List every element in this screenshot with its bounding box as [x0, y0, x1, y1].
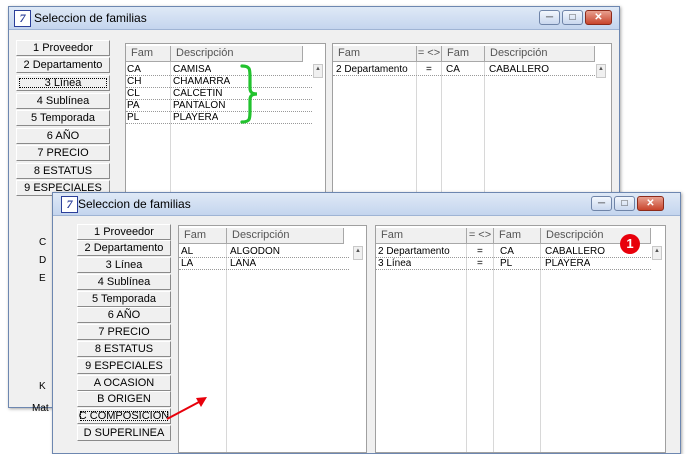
- table-row[interactable]: 3 Línea = PL PLAYERA: [376, 258, 651, 270]
- sidebar-item-linea[interactable]: 3 Línea: [16, 75, 110, 91]
- scroll-up-icon: ▲: [654, 248, 660, 254]
- sidebar-item-superlinea[interactable]: D SUPERLINEA: [77, 425, 171, 441]
- minimize-button[interactable]: ─: [591, 196, 612, 211]
- peek-letter: D: [39, 255, 47, 266]
- desc-header[interactable]: Descripción: [227, 228, 344, 244]
- filter-fam-header[interactable]: Fam: [376, 228, 467, 244]
- front-sidebar: 1 Proveedor 2 Departamento 3 Línea 4 Sub…: [73, 223, 175, 453]
- filter-code-header[interactable]: Fam: [442, 46, 485, 62]
- app-icon: 7: [14, 10, 31, 27]
- sidebar-item-especiales[interactable]: 9 ESPECIALES: [77, 358, 171, 374]
- step-badge: 1: [620, 234, 640, 254]
- sidebar-item-precio[interactable]: 7 PRECIO: [16, 145, 110, 161]
- maximize-button[interactable]: □: [614, 196, 635, 211]
- front-filter-list[interactable]: Fam = <> Fam Descripción 2 Departamento …: [375, 225, 666, 453]
- peek-letter: C: [39, 237, 47, 248]
- fam-header[interactable]: Fam: [179, 228, 227, 244]
- back-families-list[interactable]: Fam Descripción CA CAMISA CH CHAMARRA CL CA…: [125, 43, 326, 198]
- table-row[interactable]: CA CAMISA: [126, 64, 312, 76]
- minimize-icon: ─: [597, 198, 606, 209]
- brace-annotation: [240, 64, 258, 124]
- peek-bottom-label: Mat: [32, 403, 49, 414]
- scrollbar[interactable]: ▲: [353, 246, 363, 260]
- fam-header[interactable]: Fam: [126, 46, 171, 62]
- close-icon: ✕: [646, 198, 655, 209]
- scrollbar[interactable]: ▲: [652, 246, 662, 260]
- table-row[interactable]: LA LANA: [179, 258, 349, 270]
- scroll-up-icon: ▲: [355, 248, 361, 254]
- sidebar-item-departamento[interactable]: 2 Departamento: [77, 240, 171, 256]
- sidebar-item-proveedor[interactable]: 1 Proveedor: [16, 40, 110, 56]
- sidebar-item-linea[interactable]: 3 Línea: [77, 257, 171, 273]
- sidebar-item-estatus[interactable]: 8 ESTATUS: [77, 341, 171, 357]
- minimize-button[interactable]: ─: [539, 10, 560, 25]
- window-title: Seleccion de familias: [78, 197, 191, 211]
- table-row[interactable]: CH CHAMARRA: [126, 76, 312, 88]
- sidebar-item-composicion[interactable]: C COMPOSICION: [77, 408, 171, 424]
- sidebar-item-temporada[interactable]: 5 Temporada: [16, 110, 110, 126]
- close-button[interactable]: ✕: [585, 10, 612, 25]
- table-row[interactable]: PL PLAYERA: [126, 112, 312, 124]
- back-filter-list[interactable]: Fam = <> Fam Descripción 2 Departamento …: [332, 43, 612, 198]
- table-row[interactable]: PA PANTALON: [126, 100, 312, 112]
- scrollbar[interactable]: ▲: [596, 64, 606, 78]
- window-title: Seleccion de familias: [34, 11, 147, 25]
- app-icon: 7: [61, 196, 78, 213]
- sidebar-item-sublinea[interactable]: 4 Sublínea: [16, 93, 110, 109]
- front-window: 7 Seleccion de familias ─ □ ✕ 1 Proveedo…: [52, 192, 681, 454]
- sidebar-item-temporada[interactable]: 5 Temporada: [77, 291, 171, 307]
- scroll-up-icon: ▲: [315, 66, 321, 72]
- peek-letter: K: [39, 381, 46, 392]
- table-row[interactable]: 2 Departamento = CA CABALLERO: [333, 64, 595, 76]
- sidebar-item-ano[interactable]: 6 AÑO: [16, 128, 110, 144]
- table-row[interactable]: 2 Departamento = CA CABALLERO: [376, 246, 651, 258]
- filter-op-header[interactable]: = <>: [467, 228, 494, 244]
- sidebar-item-precio[interactable]: 7 PRECIO: [77, 324, 171, 340]
- sidebar-item-ocasion[interactable]: A OCASION: [77, 375, 171, 391]
- back-title-bar: 7 Seleccion de familias ─ □ ✕: [9, 7, 619, 30]
- filter-fam-header[interactable]: Fam: [333, 46, 417, 62]
- filter-code-header[interactable]: Fam: [494, 228, 541, 244]
- maximize-icon: □: [621, 198, 628, 209]
- table-row[interactable]: AL ALGODON: [179, 246, 349, 258]
- sidebar-item-proveedor[interactable]: 1 Proveedor: [77, 224, 171, 240]
- sidebar-item-estatus[interactable]: 8 ESTATUS: [16, 163, 110, 179]
- desc-header[interactable]: Descripción: [171, 46, 303, 62]
- sidebar-item-ano[interactable]: 6 AÑO: [77, 307, 171, 323]
- scrollbar[interactable]: ▲: [313, 64, 323, 78]
- peek-letter: E: [39, 273, 46, 284]
- maximize-button[interactable]: □: [562, 10, 583, 25]
- filter-desc-header[interactable]: Descripción: [485, 46, 595, 62]
- sidebar-item-sublinea[interactable]: 4 Sublínea: [77, 274, 171, 290]
- arrow-annotation: [166, 397, 207, 420]
- table-row[interactable]: CL CALCETIN: [126, 88, 312, 100]
- scroll-up-icon: ▲: [598, 66, 604, 72]
- front-title-bar: 7 Seleccion de familias ─ □ ✕: [53, 193, 680, 216]
- minimize-icon: ─: [545, 12, 554, 23]
- close-button[interactable]: ✕: [637, 196, 664, 211]
- filter-op-header[interactable]: = <>: [417, 46, 442, 62]
- close-icon: ✕: [594, 12, 603, 23]
- sidebar-item-departamento[interactable]: 2 Departamento: [16, 57, 110, 73]
- maximize-icon: □: [569, 12, 576, 23]
- sidebar-item-origen[interactable]: B ORIGEN: [77, 391, 171, 407]
